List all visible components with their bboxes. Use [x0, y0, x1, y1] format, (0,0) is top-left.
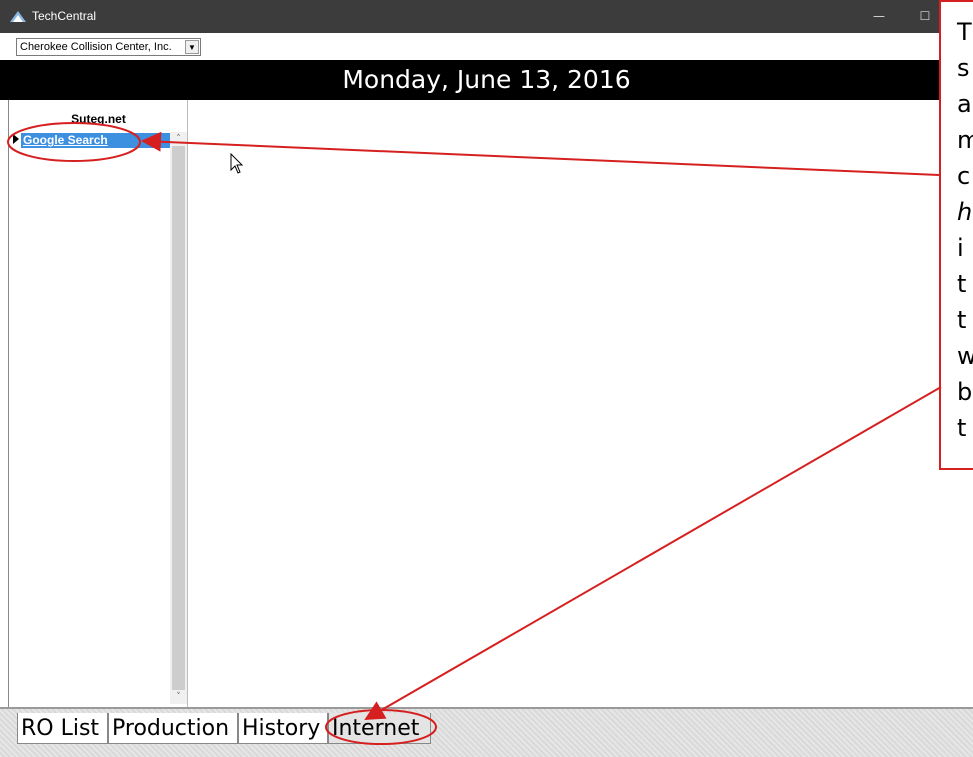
app-icon — [10, 11, 26, 22]
link-list-panel: Suteg.net Google Search ˄ ˅ — [8, 100, 188, 707]
list-item[interactable]: Google Search — [9, 132, 174, 149]
callout-text-line: t — [957, 414, 967, 442]
annotation-arrow-to-link — [141, 131, 940, 176]
scroll-up-icon[interactable]: ˄ — [170, 132, 187, 146]
callout-text-line: a — [957, 90, 972, 118]
tab-history[interactable]: History — [238, 713, 328, 744]
callout-text-line: T — [957, 18, 972, 46]
callout-text-line: c — [957, 162, 971, 190]
company-dropdown[interactable]: Cherokee Collision Center, Inc. ▼ — [16, 38, 201, 56]
minimize-button[interactable]: — — [856, 0, 902, 33]
callout-text-line: m — [957, 122, 973, 158]
callout-text-line: h — [957, 198, 973, 226]
company-dropdown-value: Cherokee Collision Center, Inc. — [20, 41, 172, 53]
callout-text-line: t — [957, 306, 967, 334]
scrollbar-thumb[interactable] — [172, 146, 185, 690]
mouse-cursor-icon — [230, 153, 244, 174]
list-scrollbar[interactable]: ˄ ˅ — [170, 132, 187, 704]
scroll-down-icon[interactable]: ˅ — [170, 690, 187, 704]
google-search-link[interactable]: Google Search — [21, 133, 174, 148]
row-pointer-icon — [13, 134, 19, 144]
link-list-header[interactable]: Suteg.net — [9, 100, 188, 128]
tab-internet[interactable]: Internet — [328, 713, 431, 744]
callout-text-line: s — [957, 54, 970, 82]
tab-production[interactable]: Production — [108, 713, 238, 744]
callout-text-line: w — [957, 338, 973, 374]
date-banner: Monday, June 13, 2016 — [0, 60, 973, 100]
annotation-callout: T s a m c h i t t w b t — [939, 0, 973, 470]
callout-text-line: i — [957, 234, 964, 262]
window-title: TechCentral — [32, 9, 97, 23]
callout-text-line: t — [957, 270, 967, 298]
tab-bar: RO List Production History Internet — [0, 707, 973, 757]
callout-text-line: b — [957, 378, 973, 406]
tab-ro-list[interactable]: RO List — [17, 713, 108, 744]
annotation-arrow-to-tab — [364, 386, 942, 721]
title-bar: TechCentral — ☐ — [0, 0, 973, 33]
chevron-down-icon[interactable]: ▼ — [185, 40, 199, 54]
